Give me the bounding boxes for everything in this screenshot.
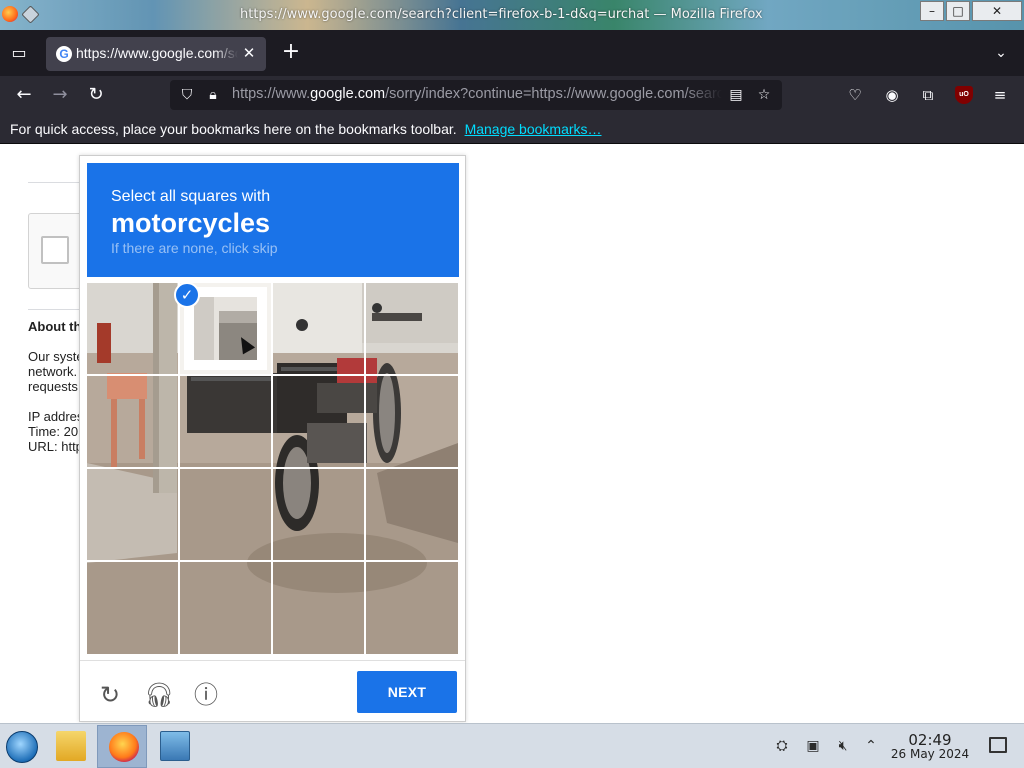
account-icon[interactable]: ◉ — [881, 84, 903, 106]
page-text-line: network. — [28, 364, 78, 379]
image-tile-1[interactable] — [87, 283, 178, 374]
reader-view-icon[interactable]: ▤ — [727, 86, 745, 104]
google-favicon-icon: G — [56, 46, 72, 62]
maximize-button[interactable]: □ — [946, 1, 970, 21]
image-tile-4[interactable] — [366, 283, 457, 374]
image-tile-8[interactable] — [366, 376, 457, 467]
window-title: https://www.google.com/search?client=fir… — [240, 7, 763, 22]
bookmarks-hint: For quick access, place your bookmarks h… — [10, 121, 457, 137]
folder-icon — [56, 731, 86, 761]
image-tile-13[interactable] — [87, 562, 178, 653]
taskbar-firefox[interactable] — [97, 725, 147, 768]
clipboard-tray-icon[interactable]: ▣ — [803, 736, 823, 756]
menu-hamburger-icon[interactable]: ≡ — [989, 84, 1011, 106]
about-heading: About th — [28, 319, 82, 334]
image-tile-16[interactable] — [366, 562, 457, 653]
image-tile-7[interactable] — [273, 376, 364, 467]
recaptcha-challenge: Select all squares with motorcycles If t… — [79, 155, 466, 722]
image-tile-5[interactable] — [87, 376, 178, 467]
page-text-line: IP addres — [28, 409, 84, 424]
page-text-line: Our syste — [28, 349, 84, 364]
challenge-footer: ↻ 🎧︎ ⓘ NEXT — [80, 660, 465, 722]
show-desktop-icon[interactable] — [989, 737, 1007, 753]
headphones-icon[interactable]: 🎧︎ — [144, 681, 174, 709]
challenge-image-grid — [87, 283, 458, 654]
lock-icon[interactable]: 🔒︎ — [204, 86, 222, 104]
taskbar-remote-desktop[interactable] — [149, 725, 199, 768]
navigation-toolbar: ← → ↻ ⛉ 🔒︎ https://www.google.com/sorry/… — [0, 76, 1024, 114]
tracking-protection-shield-icon[interactable]: ⛉ — [178, 86, 196, 104]
page-text-line: URL: http — [28, 439, 83, 454]
pocket-icon[interactable]: ♡ — [844, 84, 866, 106]
next-button[interactable]: NEXT — [357, 671, 457, 713]
challenge-hint: If there are none, click skip — [111, 240, 278, 256]
tab-google-sorry[interactable]: G https://www.google.com/sorry/index?con… — [46, 37, 266, 71]
challenge-instruction: Select all squares with — [111, 188, 271, 205]
start-menu-icon[interactable] — [6, 731, 38, 763]
new-tab-button[interactable]: + — [280, 41, 302, 64]
image-tile-11[interactable] — [273, 469, 364, 560]
close-window-button[interactable]: ✕ — [972, 1, 1022, 21]
image-tile-3[interactable] — [273, 283, 364, 374]
extensions-icon[interactable]: ⧉ — [917, 84, 939, 106]
firefox-view-icon[interactable]: ▭ — [8, 42, 30, 64]
network-tray-icon[interactable]: ⛭ — [772, 736, 792, 756]
reload-icon[interactable]: ↻ — [96, 681, 124, 709]
reload-page-icon[interactable]: ↻ — [85, 84, 107, 106]
bookmarks-toolbar: For quick access, place your bookmarks h… — [0, 114, 1024, 144]
volume-muted-icon[interactable]: 🔇︎ — [833, 736, 853, 756]
info-icon[interactable]: ⓘ — [192, 681, 220, 709]
minimize-button[interactable]: – — [920, 1, 944, 21]
image-tile-14[interactable] — [180, 562, 271, 653]
recaptcha-checkbox[interactable] — [41, 236, 69, 264]
challenge-header: Select all squares with motorcycles If t… — [87, 163, 459, 277]
url-text[interactable]: https://www.google.com/sorry/index?conti… — [232, 86, 722, 102]
tab-strip: ▭ G https://www.google.com/sorry/index?c… — [0, 30, 1024, 76]
image-tile-6[interactable] — [180, 376, 271, 467]
bookmark-star-icon[interactable]: ☆ — [755, 86, 773, 104]
image-tile-15[interactable] — [273, 562, 364, 653]
back-icon[interactable]: ← — [13, 84, 35, 106]
page-text-line: Time: 20 — [28, 424, 79, 439]
forward-icon[interactable]: → — [49, 84, 71, 106]
window-titlebar: https://www.google.com/search?client=fir… — [0, 0, 1024, 30]
manage-bookmarks-link[interactable]: Manage bookmarks… — [465, 121, 602, 137]
taskbar: ⛭ ▣ 🔇︎ ⌃ — [0, 723, 1024, 768]
window-controls: – □ ✕ — [920, 1, 1022, 21]
page-text-line: requests — [28, 379, 78, 394]
close-tab-icon[interactable]: ✕ — [240, 44, 258, 62]
image-tile-10[interactable] — [180, 469, 271, 560]
tray-expand-icon[interactable]: ⌃ — [861, 736, 881, 756]
clock-date[interactable]: 26 May 2024 — [880, 747, 980, 761]
tab-title: https://www.google.com/sorry/index?conti… — [76, 45, 238, 61]
firefox-icon — [109, 732, 139, 762]
list-all-tabs-icon[interactable]: ⌄ — [990, 42, 1012, 64]
image-tile-12[interactable] — [366, 469, 457, 560]
selected-check-icon: ✓ — [174, 282, 200, 308]
url-bar[interactable]: ⛉ 🔒︎ https://www.google.com/sorry/index?… — [170, 80, 782, 110]
ublock-origin-icon[interactable]: uO — [955, 86, 973, 104]
image-tile-9[interactable] — [87, 469, 178, 560]
challenge-target: motorcycles — [111, 208, 271, 238]
remote-desktop-icon — [160, 731, 190, 761]
taskbar-file-manager[interactable] — [45, 725, 95, 768]
firefox-app-icon[interactable] — [2, 6, 18, 22]
